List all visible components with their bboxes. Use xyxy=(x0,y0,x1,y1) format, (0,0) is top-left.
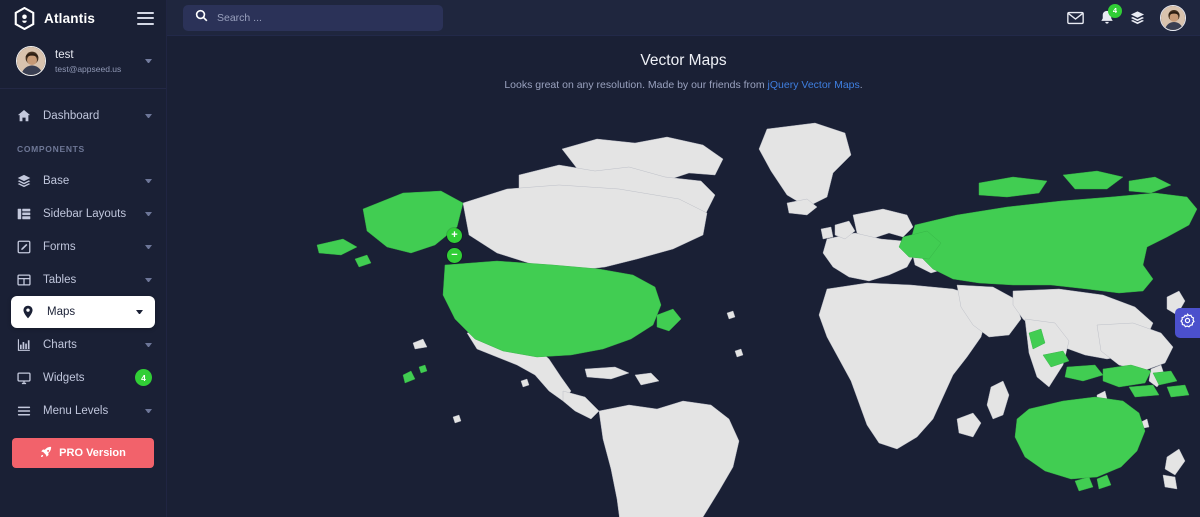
user-name: test xyxy=(55,48,74,61)
avatar[interactable] xyxy=(1160,4,1186,31)
pro-version-button[interactable]: PRO Version xyxy=(12,438,154,468)
page-title: Vector Maps xyxy=(640,52,727,69)
sidebar-item-label: Base xyxy=(43,174,70,187)
notification-count: 4 xyxy=(1108,3,1122,18)
page-subtitle-prefix: Looks great on any resolution. Made by o… xyxy=(504,79,768,91)
layers-icon[interactable] xyxy=(1130,10,1145,25)
brand-name: Atlantis xyxy=(44,10,96,26)
sidebar-item-base[interactable]: Base xyxy=(0,164,166,197)
chevron-down-icon xyxy=(145,113,152,118)
sidebar-logo-row: Atlantis xyxy=(0,0,166,36)
chevron-down-icon xyxy=(145,178,152,183)
layers-icon xyxy=(17,174,39,188)
pro-version-label: PRO Version xyxy=(59,447,126,459)
sidebar-item-dashboard[interactable]: Dashboard xyxy=(0,99,166,132)
sidebar-nav: Dashboard COMPONENTS Base Sidebar Layout… xyxy=(0,89,166,517)
home-icon xyxy=(17,109,39,123)
map-zoom-controls: + − xyxy=(447,228,462,263)
world-map-svg[interactable] xyxy=(167,101,1200,517)
hexagon-logo-icon xyxy=(14,6,35,30)
sidebar-item-menu-levels[interactable]: Menu Levels xyxy=(0,394,166,427)
sidebar-item-label: Menu Levels xyxy=(43,404,109,417)
chevron-down-icon xyxy=(145,408,152,413)
sidebar-item-label: Maps xyxy=(47,306,76,318)
topbar-actions: 4 xyxy=(1067,3,1186,31)
sidebar-item-label: Charts xyxy=(43,338,77,351)
search-icon xyxy=(195,9,208,27)
sidebar-item-label: Tables xyxy=(43,273,77,286)
avatar xyxy=(16,46,46,76)
columns-icon xyxy=(17,207,39,221)
sidebar-item-charts[interactable]: Charts xyxy=(0,328,166,361)
envelope-icon[interactable] xyxy=(1067,11,1084,25)
main-content: Search ... 4 Vector Maps Looks great on … xyxy=(167,0,1200,517)
sidebar: Atlantis test test@appseed.us Dashboard … xyxy=(0,0,167,517)
gear-icon xyxy=(1180,313,1195,333)
hamburger-icon[interactable] xyxy=(137,11,154,25)
sidebar-item-widgets[interactable]: Widgets 4 xyxy=(0,361,166,394)
jquery-vector-maps-link[interactable]: jQuery Vector Maps xyxy=(768,79,860,91)
menu-icon xyxy=(17,404,39,418)
chevron-down-icon xyxy=(145,342,152,347)
rocket-icon xyxy=(40,446,52,461)
user-meta: test test@appseed.us xyxy=(55,48,136,75)
topbar: Search ... 4 xyxy=(167,0,1200,36)
sidebar-item-tables[interactable]: Tables xyxy=(0,263,166,296)
sidebar-item-forms[interactable]: Forms xyxy=(0,230,166,263)
page-header: Vector Maps Looks great on any resolutio… xyxy=(167,36,1200,101)
zoom-out-button[interactable]: − xyxy=(447,248,462,263)
sidebar-section-label: COMPONENTS xyxy=(17,144,85,154)
search-input[interactable]: Search ... xyxy=(183,4,443,31)
table-icon xyxy=(17,273,39,287)
page-subtitle-suffix: . xyxy=(859,79,863,91)
chevron-down-icon xyxy=(145,277,152,282)
bell-icon[interactable]: 4 xyxy=(1099,3,1122,26)
user-email: test@appseed.us xyxy=(55,63,122,74)
chart-icon xyxy=(17,338,39,352)
sidebar-item-label: Widgets xyxy=(43,371,85,384)
status-badge: 4 xyxy=(135,369,152,386)
settings-toggle-button[interactable] xyxy=(1175,308,1200,338)
page-subtitle: Looks great on any resolution. Made by o… xyxy=(167,79,1200,91)
app-root: Atlantis test test@appseed.us Dashboard … xyxy=(0,0,1200,517)
sidebar-item-maps[interactable]: Maps xyxy=(11,296,155,328)
chevron-down-icon xyxy=(145,244,152,249)
search-placeholder: Search ... xyxy=(217,11,262,24)
chevron-down-icon xyxy=(136,310,143,314)
zoom-in-button[interactable]: + xyxy=(447,228,462,243)
sidebar-item-label: Sidebar Layouts xyxy=(43,207,127,220)
monitor-icon xyxy=(17,371,39,385)
chevron-down-icon xyxy=(145,211,152,216)
sidebar-item-label: Dashboard xyxy=(43,109,100,122)
pencil-icon xyxy=(17,240,39,254)
vector-map-container[interactable]: + − xyxy=(167,101,1200,517)
map-pin-icon xyxy=(21,305,43,319)
sidebar-item-sidebar-layouts[interactable]: Sidebar Layouts xyxy=(0,197,166,230)
sidebar-item-label: Forms xyxy=(43,240,76,253)
chevron-down-icon[interactable] xyxy=(145,59,152,63)
sidebar-user-row[interactable]: test test@appseed.us xyxy=(0,36,166,89)
